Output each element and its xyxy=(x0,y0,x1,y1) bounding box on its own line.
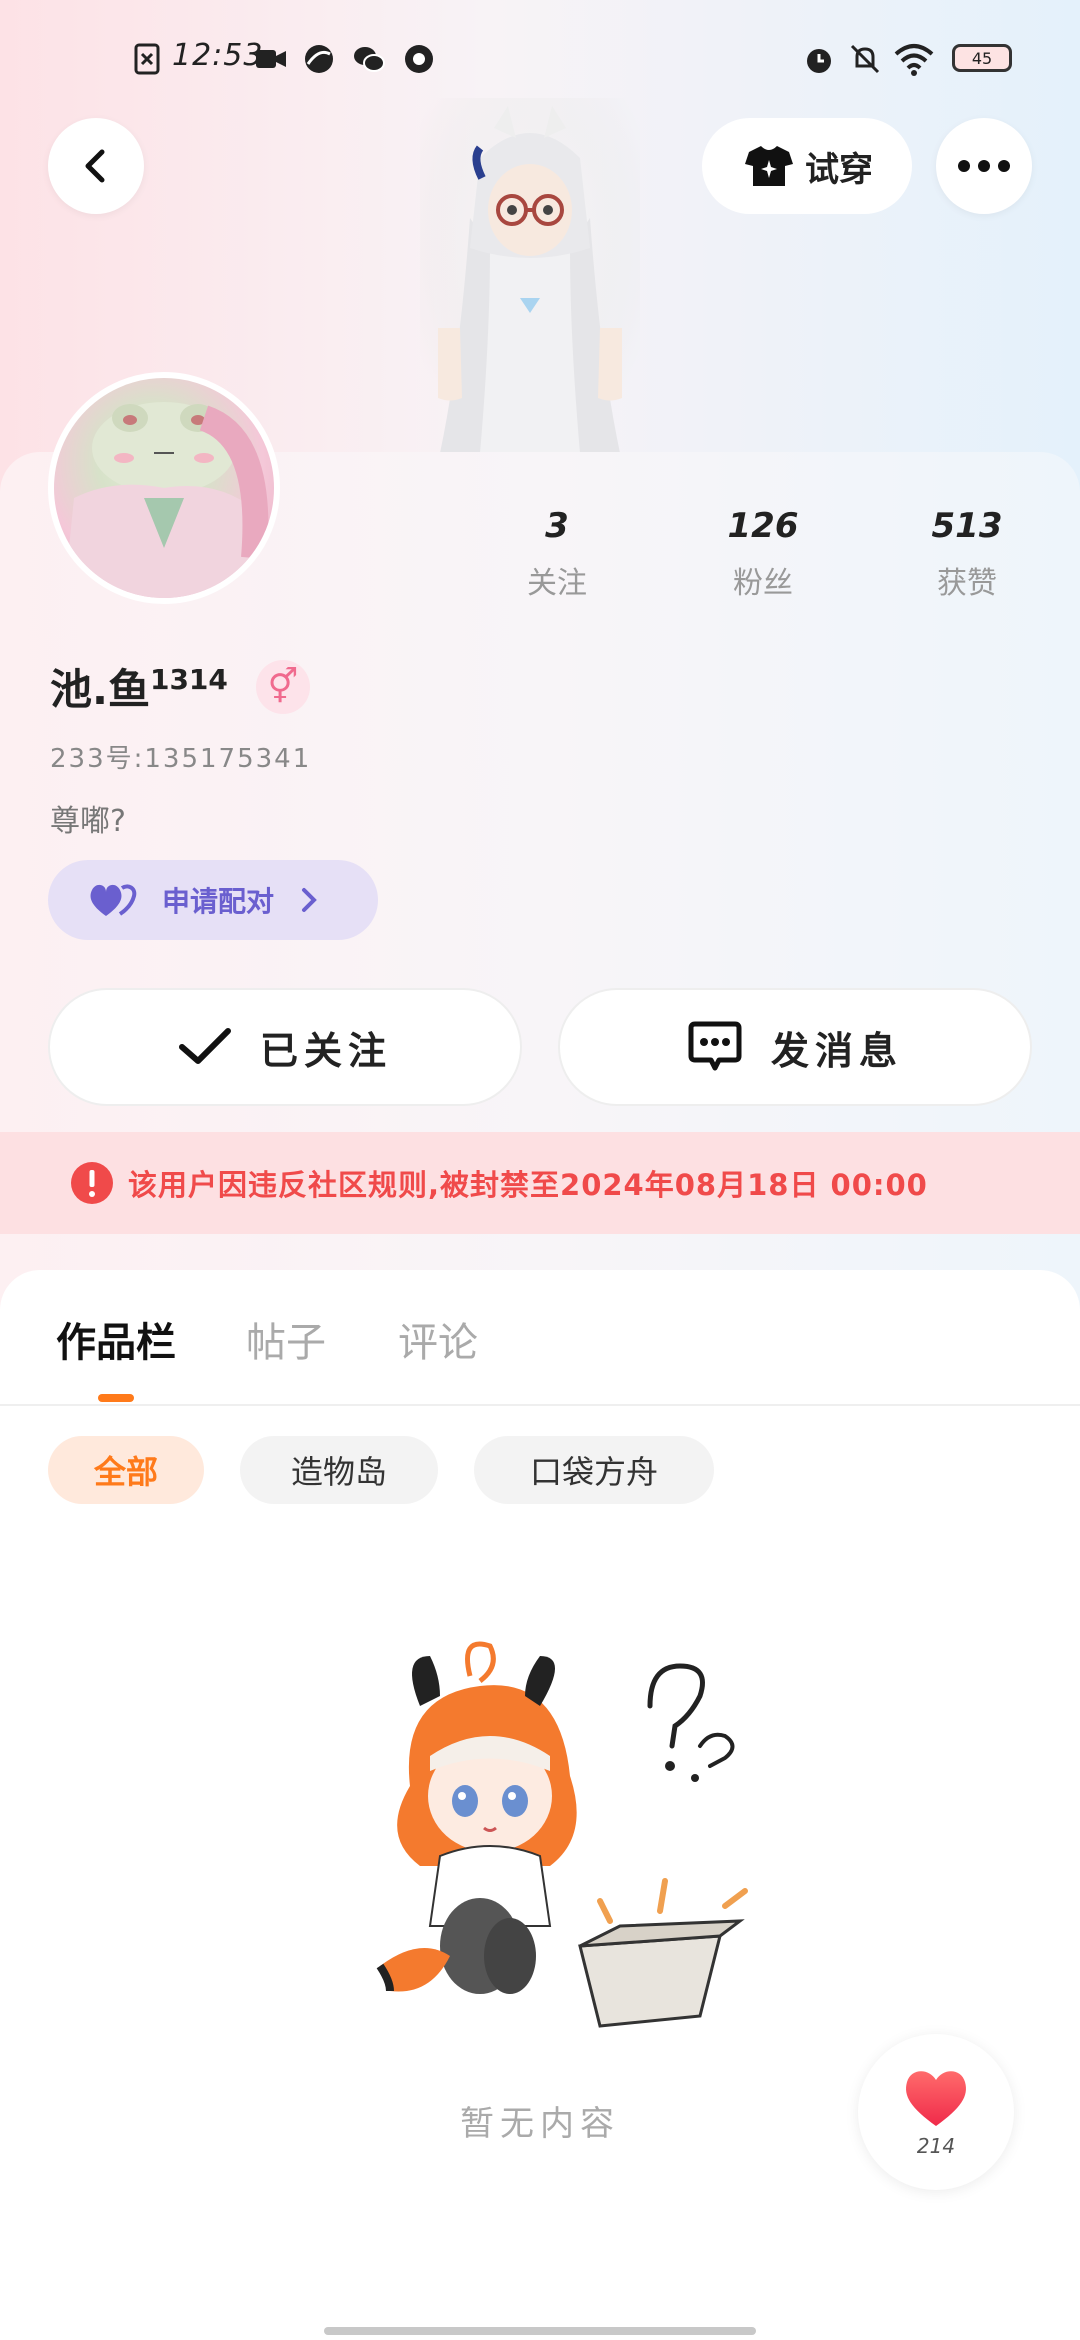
tab-divider xyxy=(0,1404,1080,1406)
message-bubble-icon xyxy=(688,1021,742,1071)
profile-name-suffix: 1314 xyxy=(149,663,228,696)
avatar[interactable] xyxy=(48,372,280,604)
user-bio: 尊嘟? xyxy=(50,804,126,839)
home-indicator[interactable] xyxy=(324,2327,756,2335)
file-error-icon xyxy=(134,43,160,75)
checkmark-icon xyxy=(178,1028,231,1064)
stat-likes-label: 获赞 xyxy=(937,566,997,601)
wechat-icon xyxy=(354,47,385,72)
ban-notice-banner: 该用户因违反社区规则,被封禁至2024年08月18日 00:00 xyxy=(0,1132,1080,1234)
tab-comments[interactable]: 评论 xyxy=(398,1310,478,1368)
active-tab-indicator xyxy=(98,1394,134,1402)
user-id[interactable]: 233号:135175341 xyxy=(50,738,311,775)
tab-posts[interactable]: 帖子 xyxy=(246,1310,326,1368)
following-button[interactable]: 已关注 xyxy=(48,988,522,1106)
stat-likes-count: 513 xyxy=(931,506,1003,546)
battery-indicator: 45 xyxy=(952,44,1012,72)
back-button[interactable] xyxy=(48,118,144,214)
more-dots-icon xyxy=(958,160,1010,172)
app-icon xyxy=(305,45,333,73)
following-label: 已关注 xyxy=(259,1028,392,1073)
status-time: 12:53 xyxy=(172,38,264,73)
status-bar: 12:53 45 xyxy=(0,0,1080,110)
stat-followers-label[interactable]: 粉丝 xyxy=(688,558,838,602)
send-message-button[interactable]: 发消息 xyxy=(558,988,1032,1106)
back-icon xyxy=(85,149,105,183)
filter-pocket-ark[interactable]: 口袋方舟 xyxy=(474,1436,714,1504)
filter-all[interactable]: 全部 xyxy=(48,1436,204,1504)
gender-female-icon: ⚥ xyxy=(256,660,310,714)
tshirt-icon xyxy=(745,146,793,186)
like-count: 214 xyxy=(916,2134,956,2158)
qq-browser-icon xyxy=(405,45,433,73)
request-pair-label: 申请配对 xyxy=(162,885,275,918)
try-on-label: 试穿 xyxy=(805,149,873,190)
wifi-icon xyxy=(894,44,934,76)
profile-name-text: 池.鱼 xyxy=(50,665,150,714)
request-pair-button[interactable]: 申请配对 xyxy=(48,860,378,940)
chevron-right-icon xyxy=(302,888,317,912)
alarm-icon xyxy=(807,49,831,73)
stat-following-count[interactable]: 3 xyxy=(482,506,632,546)
like-button[interactable]: 214 xyxy=(858,2034,1014,2190)
stat-following-label[interactable]: 关注 xyxy=(482,558,632,602)
character-model xyxy=(420,98,640,453)
send-message-label: 发消息 xyxy=(770,1028,903,1073)
profile-name: 池.鱼1314 xyxy=(50,656,228,717)
warning-icon xyxy=(71,1162,113,1204)
heart-icon xyxy=(906,2071,966,2126)
tab-works[interactable]: 作品栏 xyxy=(56,1310,176,1368)
stat-followers-count[interactable]: 126 xyxy=(688,506,838,546)
empty-state-illustration xyxy=(376,1641,748,2028)
double-heart-icon xyxy=(90,884,137,916)
filter-creation-island[interactable]: 造物岛 xyxy=(240,1436,438,1504)
ban-notice-text: 该用户因违反社区规则,被封禁至2024年08月18日 00:00 xyxy=(128,1168,928,1202)
more-button[interactable] xyxy=(936,118,1032,214)
try-on-button[interactable]: 试穿 xyxy=(702,118,912,214)
frog-avatar-image xyxy=(64,402,269,598)
video-icon xyxy=(256,50,286,68)
mute-icon xyxy=(850,44,880,74)
